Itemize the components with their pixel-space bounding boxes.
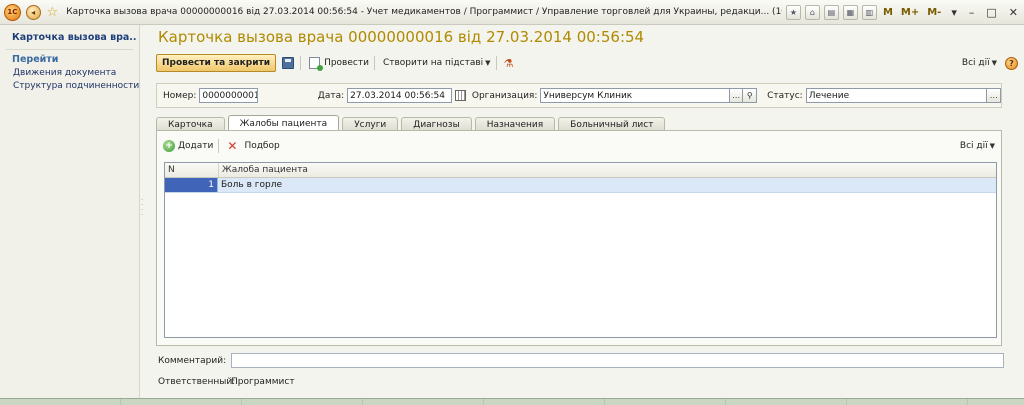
structure-tree-icon[interactable]: ⚗ — [504, 57, 514, 70]
tab-diagnoses[interactable]: Диагнозы — [401, 117, 472, 131]
window-menu-icon[interactable]: ▾ — [951, 6, 957, 19]
list-all-actions-label: Всі дії — [959, 141, 988, 151]
nav-item-document-movements[interactable]: Движения документа — [13, 68, 139, 78]
save-button[interactable] — [281, 56, 295, 70]
toolbar-separator — [218, 139, 220, 153]
tab-card[interactable]: Карточка — [156, 117, 225, 131]
form-all-actions-button[interactable]: Всі дії ▼ — [962, 58, 997, 68]
responsible-value: Программист — [231, 377, 295, 387]
navigation-panel: Карточка вызова вра... Перейти Движения … — [0, 25, 140, 398]
favorite-add-icon[interactable]: ★ — [785, 4, 801, 20]
number-input[interactable]: 00000000016 — [199, 88, 258, 103]
page-title: Карточка вызова врача 00000000016 від 27… — [158, 28, 645, 46]
tab-sick-leave[interactable]: Больничный лист — [558, 117, 666, 131]
window-titlebar: 1C ◂ ☆ Карточка вызова врача 00000000016… — [0, 0, 1024, 25]
delete-x-icon: ✕ — [227, 139, 238, 153]
add-row-button[interactable]: + Додати — [163, 140, 213, 152]
calculator-icon[interactable]: ▦ — [842, 4, 858, 20]
date-input[interactable]: 27.03.2014 00:56:54 — [347, 88, 453, 103]
close-icon[interactable]: ✕ — [1009, 6, 1018, 19]
form-command-bar: Провести та закрити Провести Створити на… — [156, 53, 1018, 73]
post-button-label: Провести — [324, 58, 369, 68]
table-row[interactable]: 1 Боль в горле — [165, 178, 996, 193]
panel-resize-handle[interactable]: · · · · — [141, 197, 143, 219]
form-all-actions-label: Всі дії — [961, 58, 990, 68]
complaints-tab-panel: + Додати ✕ Подбор Всі дії ▼ N Жалоба пац… — [156, 130, 1002, 346]
add-row-label: Додати — [178, 141, 214, 151]
nav-group-goto: Перейти — [12, 54, 59, 65]
window-title: Карточка вызова врача 00000000016 від 27… — [66, 7, 782, 17]
background-list-strip — [0, 398, 1024, 405]
organization-open-button[interactable]: ⚲ — [743, 88, 758, 103]
table-header: N Жалоба пациента — [165, 163, 996, 178]
column-header-complaint[interactable]: Жалоба пациента — [219, 163, 996, 177]
nav-divider — [6, 49, 133, 50]
select-button[interactable]: ✕ Подбор — [227, 139, 279, 153]
floppy-icon — [282, 57, 295, 69]
add-icon: + — [163, 140, 175, 152]
form-all-actions-area: Всі дії ▼ ? — [959, 53, 1018, 73]
toolbar-separator — [300, 56, 302, 70]
comment-input[interactable] — [231, 353, 1004, 368]
post-document-icon — [309, 57, 324, 71]
complaints-command-bar: + Додати ✕ Подбор Всі дії ▼ — [163, 138, 995, 154]
tab-prescriptions[interactable]: Назначения — [474, 117, 556, 131]
toolbar-separator — [495, 56, 497, 70]
calendar-icon[interactable]: ▥ — [861, 4, 877, 20]
complaint-cell[interactable]: Боль в горле — [218, 178, 285, 192]
complaints-table: N Жалоба пациента 1 Боль в горле — [164, 162, 997, 338]
date-label: Дата: — [317, 90, 345, 101]
chevron-down-icon: ▼ — [991, 59, 997, 67]
number-label: Номер: — [163, 90, 197, 101]
form-tabs: Карточка Жалобы пациента Услуги Диагнозы… — [156, 115, 668, 131]
tab-patient-complaints[interactable]: Жалобы пациента — [227, 115, 340, 131]
list-all-actions-button[interactable]: Всі дії ▼ — [960, 141, 995, 151]
tab-services[interactable]: Услуги — [342, 117, 399, 131]
chevron-down-icon: ▼ — [485, 59, 491, 67]
maximize-icon[interactable]: □ — [986, 6, 996, 19]
link-icon[interactable]: ▤ — [823, 4, 839, 20]
post-button[interactable]: Провести — [309, 57, 369, 71]
memory-minus-button[interactable]: M- — [927, 7, 941, 18]
minimize-icon[interactable]: – — [969, 6, 975, 19]
organization-label: Организация: — [471, 90, 538, 101]
memory-button[interactable]: M — [883, 7, 893, 18]
window-tools: ★ ⌂ ▤ ▦ ▥ M M+ M- ▾ – □ ✕ — [784, 4, 1024, 20]
help-icon[interactable]: ? — [1005, 56, 1018, 70]
document-form: Карточка вызова врача 00000000016 від 27… — [147, 25, 1024, 398]
create-based-on-button[interactable]: Створити на підставі ▼ — [383, 58, 491, 68]
app-logo-icon[interactable]: 1C — [4, 3, 21, 21]
status-label: Статус: — [767, 90, 803, 101]
status-select-button[interactable]: … — [987, 88, 1002, 103]
create-based-on-label: Створити на підставі — [382, 58, 484, 68]
favorite-star-icon[interactable]: ☆ — [47, 5, 59, 20]
back-icon[interactable]: ◂ — [25, 4, 41, 20]
nav-panel-header[interactable]: Карточка вызова вра... — [12, 32, 136, 43]
header-fields-panel: Номер: 00000000016 Дата: 27.03.2014 00:5… — [156, 83, 1002, 108]
row-number-cell[interactable]: 1 — [165, 178, 218, 192]
history-icon[interactable]: ⌂ — [804, 4, 820, 20]
organization-select-button[interactable]: … — [729, 88, 744, 103]
post-and-close-button[interactable]: Провести та закрити — [156, 54, 277, 72]
nav-item-subordination-structure[interactable]: Структура подчиненности — [13, 81, 139, 91]
status-input[interactable]: Лечение — [805, 88, 988, 103]
column-header-n[interactable]: N — [165, 163, 219, 177]
memory-plus-button[interactable]: M+ — [901, 7, 919, 18]
chevron-down-icon: ▼ — [989, 142, 995, 150]
organization-input[interactable]: Универсум Клиник — [540, 88, 730, 103]
toolbar-separator — [373, 56, 375, 70]
responsible-label: Ответственный: — [158, 377, 236, 387]
calendar-picker-icon[interactable] — [455, 90, 466, 101]
comment-label: Комментарий: — [158, 356, 227, 366]
select-label: Подбор — [244, 141, 280, 151]
